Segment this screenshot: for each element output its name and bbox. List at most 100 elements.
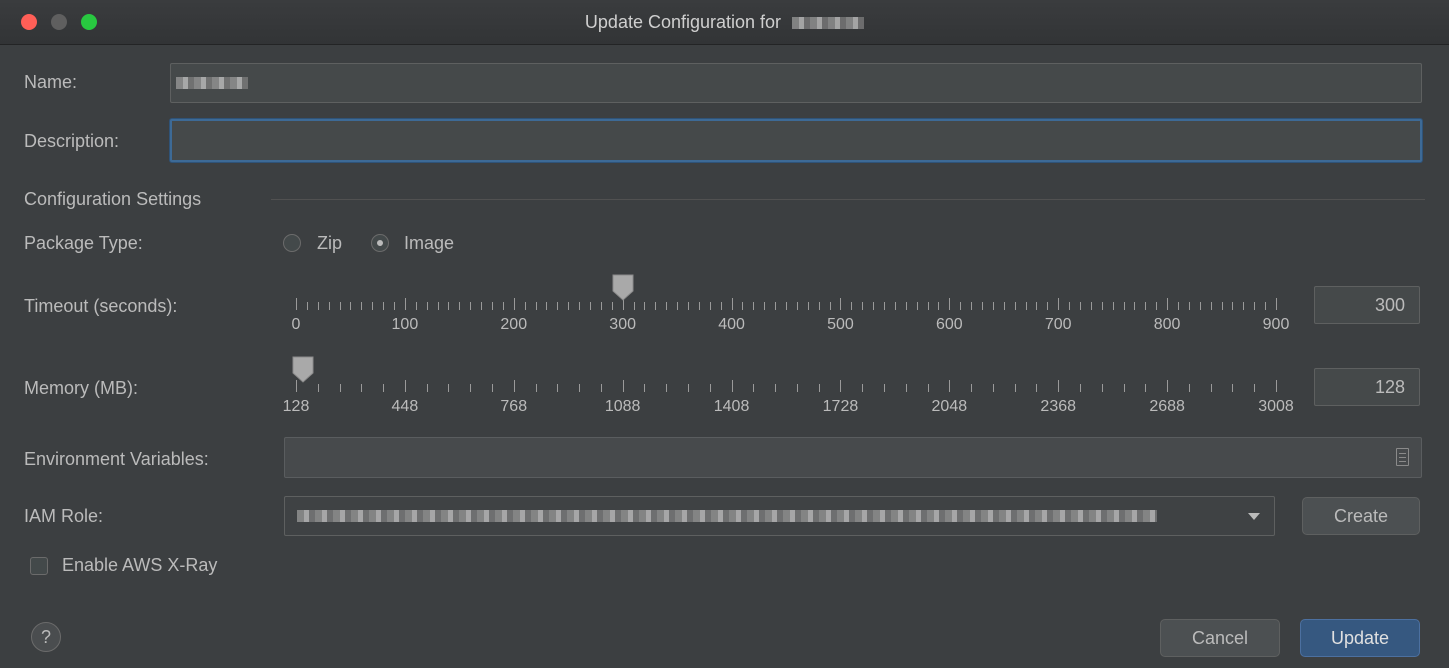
minor-tick (698, 302, 700, 310)
minor-tick (884, 384, 885, 392)
major-tick (622, 380, 624, 392)
window-title-container: Update Configuration for (0, 12, 1449, 33)
minor-tick (372, 302, 374, 310)
minor-tick (1069, 302, 1071, 310)
minor-tick (971, 384, 973, 392)
major-tick (840, 298, 842, 310)
env-vars-label: Environment Variables: (24, 449, 209, 469)
minor-tick (611, 302, 613, 310)
minor-tick (426, 384, 428, 392)
minor-tick (579, 384, 581, 392)
minor-tick (775, 384, 777, 392)
description-field[interactable] (170, 119, 1422, 162)
major-tick (296, 298, 297, 310)
document-icon[interactable] (1396, 448, 1409, 466)
zip-radio-label[interactable]: Zip (317, 233, 342, 254)
minor-tick (481, 302, 483, 310)
minor-tick (535, 302, 537, 310)
scale-label: 128 (282, 398, 310, 415)
minor-tick (916, 302, 918, 310)
memory-slider-thumb[interactable] (291, 355, 315, 383)
minor-tick (470, 384, 472, 392)
minor-tick (1210, 384, 1212, 392)
minor-tick (818, 384, 820, 392)
memory-slider[interactable] (296, 378, 1277, 392)
minor-tick (971, 302, 973, 310)
timeout-slider-thumb[interactable] (611, 273, 635, 301)
minor-tick (796, 302, 798, 310)
minor-tick (383, 384, 385, 392)
minor-tick (492, 302, 493, 310)
image-radio[interactable] (371, 234, 389, 252)
minor-tick (568, 302, 570, 310)
minor-tick (1221, 302, 1223, 310)
major-tick (1058, 298, 1060, 310)
major-tick (513, 380, 515, 392)
name-label: Name: (24, 72, 78, 92)
help-button[interactable]: ? (31, 622, 61, 652)
minor-tick (492, 384, 493, 392)
minor-tick (502, 302, 504, 310)
xray-label[interactable]: Enable AWS X-Ray (62, 555, 217, 576)
minor-tick (1123, 384, 1125, 392)
minor-tick (546, 302, 548, 310)
scale-label: 1088 (604, 398, 641, 415)
major-tick (840, 380, 842, 392)
minor-tick (1243, 302, 1245, 310)
minor-tick (742, 302, 744, 310)
update-button[interactable]: Update (1300, 619, 1420, 657)
minor-tick (677, 302, 679, 310)
memory-input[interactable]: 128 (1314, 368, 1420, 406)
cancel-button[interactable]: Cancel (1160, 619, 1280, 657)
minor-tick (688, 384, 689, 392)
minor-tick (666, 384, 668, 392)
memory-label: Memory (MB): (24, 378, 138, 398)
minor-tick (1080, 384, 1081, 392)
minor-tick (1232, 302, 1234, 310)
env-vars-field[interactable] (284, 437, 1422, 478)
minor-tick (884, 302, 885, 310)
major-tick (513, 298, 515, 310)
scale-label: 600 (935, 316, 963, 333)
minor-tick (459, 302, 461, 310)
minor-tick (753, 302, 755, 310)
create-role-button[interactable]: Create (1302, 497, 1420, 535)
scale-label: 300 (609, 316, 636, 333)
minor-tick (1080, 302, 1081, 310)
scale-label: 900 (1262, 316, 1290, 333)
major-tick (949, 380, 951, 392)
minor-tick (905, 384, 907, 392)
minor-tick (1123, 302, 1125, 310)
xray-checkbox[interactable] (30, 557, 48, 575)
memory-scale-labels: 128 448 768 1088 1408 1728 2048 2368 2688 3008 (0, 398, 1449, 418)
minor-tick (818, 302, 820, 310)
minor-tick (927, 302, 929, 310)
minor-tick (1232, 384, 1234, 392)
minor-tick (873, 302, 875, 310)
name-field[interactable] (170, 63, 1422, 103)
minor-tick (1210, 302, 1212, 310)
minor-tick (557, 302, 559, 310)
minor-tick (437, 302, 439, 310)
minor-tick (361, 384, 363, 392)
scale-label: 800 (1153, 316, 1181, 333)
image-radio-label[interactable]: Image (404, 233, 454, 254)
scale-label: 768 (500, 398, 528, 415)
minor-tick (600, 384, 602, 392)
timeout-input[interactable]: 300 (1314, 286, 1420, 324)
timeout-slider[interactable] (296, 296, 1277, 310)
image-radio-dot (377, 240, 383, 246)
major-tick (1167, 380, 1169, 392)
scale-label: 2688 (1149, 398, 1185, 415)
chevron-down-icon[interactable] (1248, 513, 1260, 520)
minor-tick (590, 302, 591, 310)
minor-tick (1047, 302, 1049, 310)
minor-tick (524, 302, 526, 310)
minor-tick (807, 302, 809, 310)
redacted-function-name (792, 17, 865, 30)
zip-radio[interactable] (283, 234, 301, 252)
minor-tick (688, 302, 689, 310)
minor-tick (960, 302, 962, 310)
minor-tick (666, 302, 668, 310)
iam-role-select[interactable] (284, 496, 1275, 536)
